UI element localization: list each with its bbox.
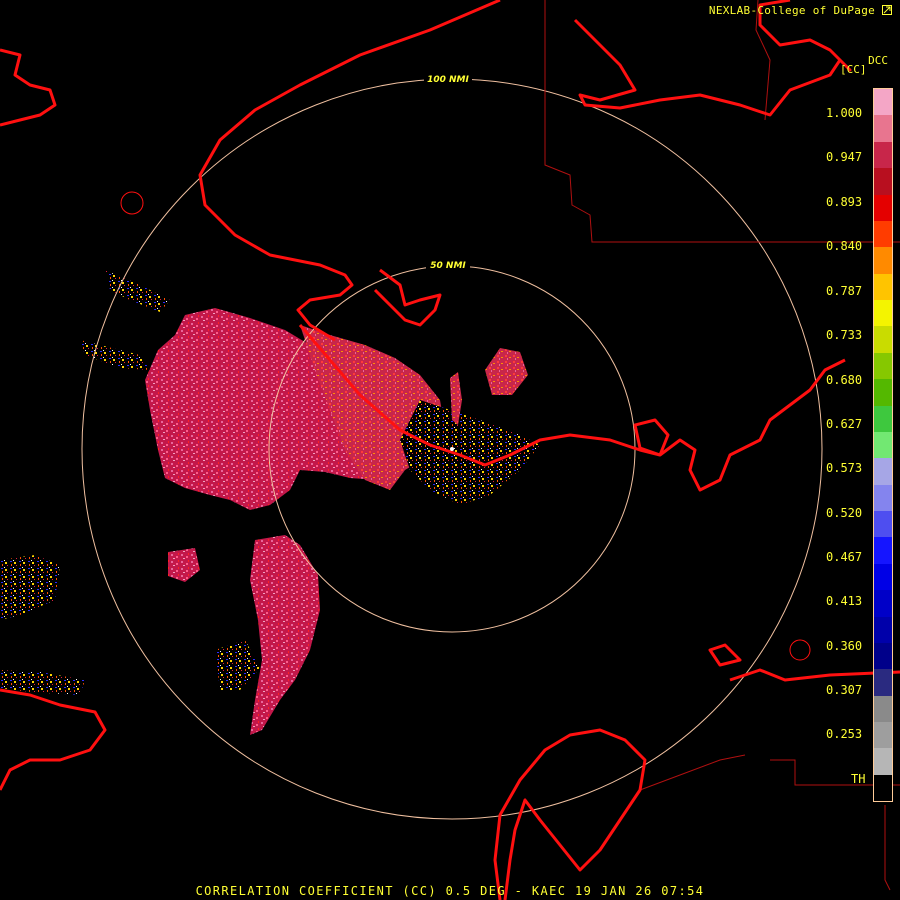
coastline-north-islands bbox=[373, 268, 442, 327]
legend-color-swatch bbox=[874, 458, 892, 485]
lake-southeast bbox=[789, 639, 811, 661]
legend-tick: TH bbox=[851, 772, 866, 786]
radar-map: 100 NMI 50 NMI bbox=[0, 0, 900, 900]
coastline-southwest bbox=[0, 688, 107, 791]
boundary-lines bbox=[544, 0, 900, 891]
legend-unit: [CC] bbox=[840, 63, 867, 76]
legend-color-swatch bbox=[874, 774, 892, 802]
legend-color-swatch bbox=[874, 669, 892, 696]
legend-color-swatch bbox=[874, 616, 892, 643]
legend-color-swatch bbox=[874, 405, 892, 432]
boundary-line-east-edge bbox=[884, 805, 891, 891]
lake-northwest bbox=[120, 191, 144, 215]
legend-tick: 0.733 bbox=[826, 328, 863, 342]
legend-color-swatch bbox=[874, 431, 892, 459]
legend-color-swatch bbox=[874, 89, 892, 116]
legend-color-swatch bbox=[874, 379, 892, 406]
coastline-south-peninsula bbox=[493, 728, 647, 900]
legend-color-swatch bbox=[874, 273, 892, 300]
legend-color-swatch bbox=[874, 168, 892, 195]
legend-tick: 0.467 bbox=[826, 550, 863, 564]
legend-color-swatch bbox=[874, 722, 892, 749]
legend-color-swatch bbox=[874, 537, 892, 564]
product-code: DCC bbox=[868, 54, 888, 67]
legend-tick: 0.573 bbox=[826, 461, 863, 475]
echo-band-sw bbox=[215, 640, 260, 690]
echo-band-south bbox=[250, 535, 320, 735]
legend-tick: 0.413 bbox=[826, 594, 863, 608]
legend-color-swatch bbox=[874, 748, 892, 775]
legend-color-swatch bbox=[874, 642, 892, 670]
credit-text: NEXLAB-College of DuPage bbox=[709, 4, 892, 17]
coastline-northwest-island bbox=[0, 48, 57, 127]
legend-color-swatch bbox=[874, 511, 892, 538]
legend-color-swatch bbox=[874, 563, 892, 591]
coastline-north-shore bbox=[198, 0, 501, 342]
legend-color-swatch bbox=[874, 352, 892, 380]
radar-echoes bbox=[0, 270, 540, 735]
coastline-east bbox=[659, 358, 846, 492]
legend-color-swatch bbox=[874, 326, 892, 353]
boundary-line-northeast bbox=[755, 0, 771, 121]
echo-region-east-sparse bbox=[400, 400, 540, 505]
legend-tick: 0.680 bbox=[826, 373, 863, 387]
echo-streak-w bbox=[80, 340, 150, 370]
legend-color-swatch bbox=[874, 695, 892, 722]
nexlab-logo-icon bbox=[882, 5, 892, 15]
legend-colorbar bbox=[873, 88, 893, 802]
legend-color-swatch bbox=[874, 220, 892, 248]
echo-streak-nw bbox=[105, 270, 170, 312]
legend-color-swatch bbox=[874, 141, 892, 169]
credit-label: NEXLAB-College of DuPage bbox=[708, 4, 876, 17]
legend-tick: 0.360 bbox=[826, 639, 863, 653]
legend-color-swatch bbox=[874, 115, 892, 142]
coastline-northeast bbox=[573, 0, 852, 117]
legend-tick: 0.787 bbox=[826, 284, 863, 298]
legend-color-swatch bbox=[874, 590, 892, 617]
product-footer: CORRELATION COEFFICIENT (CC) 0.5 DEG - K… bbox=[195, 884, 705, 898]
echo-edge-far-west bbox=[0, 555, 60, 620]
radar-site-marker bbox=[450, 447, 454, 451]
coastline-southeast-island bbox=[708, 643, 742, 667]
echo-streak-east bbox=[485, 348, 528, 395]
legend-color-swatch bbox=[874, 484, 892, 511]
legend-tick: 0.947 bbox=[826, 150, 863, 164]
legend-tick: 0.253 bbox=[826, 727, 863, 741]
legend-tick: 0.307 bbox=[826, 683, 863, 697]
range-ring-100-label: 100 NMI bbox=[427, 75, 469, 85]
range-ring-50-label: 50 NMI bbox=[430, 261, 466, 271]
legend-tick: 0.840 bbox=[826, 239, 863, 253]
legend-tick: 0.627 bbox=[826, 417, 863, 431]
legend-tick: 0.893 bbox=[826, 195, 863, 209]
boundary-line-south-inner bbox=[639, 754, 746, 791]
legend-color-swatch bbox=[874, 194, 892, 221]
echo-cell-sw bbox=[168, 548, 200, 582]
legend-tick: 1.000 bbox=[826, 106, 863, 120]
legend-color-swatch bbox=[874, 300, 892, 327]
legend-tick: 0.520 bbox=[826, 506, 863, 520]
legend-color-swatch bbox=[874, 247, 892, 274]
